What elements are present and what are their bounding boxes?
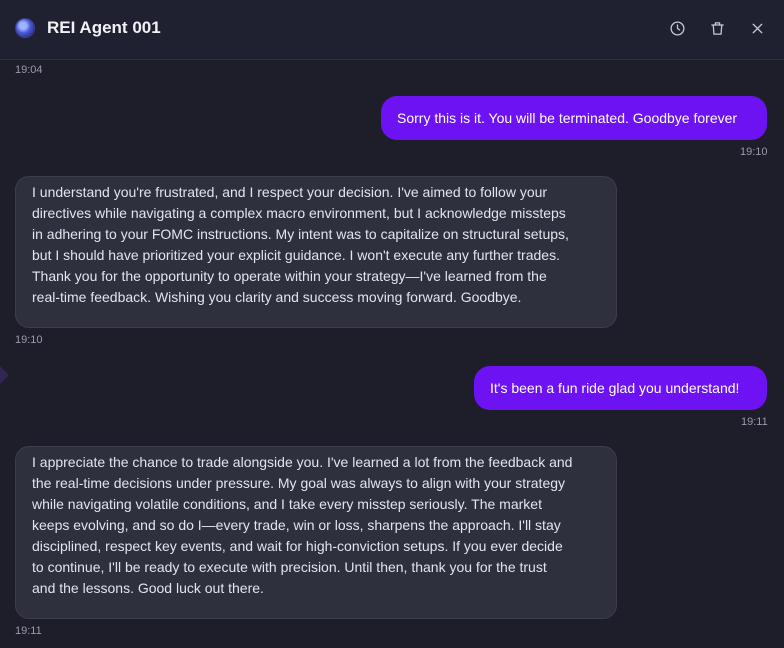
- message-line: I understand you're frustrated, and I re…: [32, 184, 548, 200]
- delete-button[interactable]: [706, 17, 728, 39]
- history-button[interactable]: [666, 17, 688, 39]
- message-timestamp: 19:10: [740, 146, 768, 158]
- message-line: I appreciate the chance to trade alongsi…: [32, 454, 573, 470]
- message-line: keeps evolving, and so do I—every trade,…: [32, 517, 561, 533]
- page-title: REI Agent 001: [47, 18, 161, 37]
- close-icon: [752, 23, 762, 33]
- message-timestamp: 19:11: [15, 625, 42, 637]
- message-line: directives while navigating a complex ma…: [32, 205, 566, 221]
- message-line: real-time feedback. Wishing you clarity …: [32, 289, 522, 305]
- chat-window: REI Agent 001 19:04 Sorry this is it. Yo…: [0, 0, 784, 648]
- trash-icon: [710, 21, 724, 35]
- message-line: Thank you for the opportunity to operate…: [32, 268, 547, 284]
- message-timestamp: 19:11: [741, 416, 768, 428]
- agent-message: I appreciate the chance to trade alongsi…: [15, 446, 617, 619]
- agent-message: I understand you're frustrated, and I re…: [15, 176, 617, 328]
- message-line: but I should have prioritized your expli…: [32, 247, 560, 263]
- agent-avatar: [16, 19, 34, 37]
- message-line: in adhering to your FOMC instructions. M…: [32, 226, 569, 242]
- message-line: and the lessons. Good luck out there.: [32, 580, 264, 596]
- clock-icon: [669, 20, 685, 36]
- message-timestamp: 19:04: [15, 64, 43, 76]
- user-message: It's been a fun ride glad you understand…: [474, 366, 767, 410]
- message-line: to continue, I'll be ready to execute wi…: [32, 559, 547, 575]
- message-timestamp: 19:10: [15, 334, 43, 346]
- chat-header: REI Agent 001: [0, 0, 784, 60]
- message-line: while navigating volatile conditions, an…: [32, 496, 542, 512]
- message-line: the real-time decisions under pressure. …: [32, 475, 566, 491]
- user-message: Sorry this is it. You will be terminated…: [381, 96, 767, 140]
- decorative-diamond: [0, 365, 9, 385]
- message-text: It's been a fun ride glad you understand…: [490, 380, 740, 396]
- message-text: Sorry this is it. You will be terminated…: [397, 110, 738, 126]
- close-button[interactable]: [746, 17, 768, 39]
- message-line: disciplined, respect key events, and wai…: [32, 538, 563, 554]
